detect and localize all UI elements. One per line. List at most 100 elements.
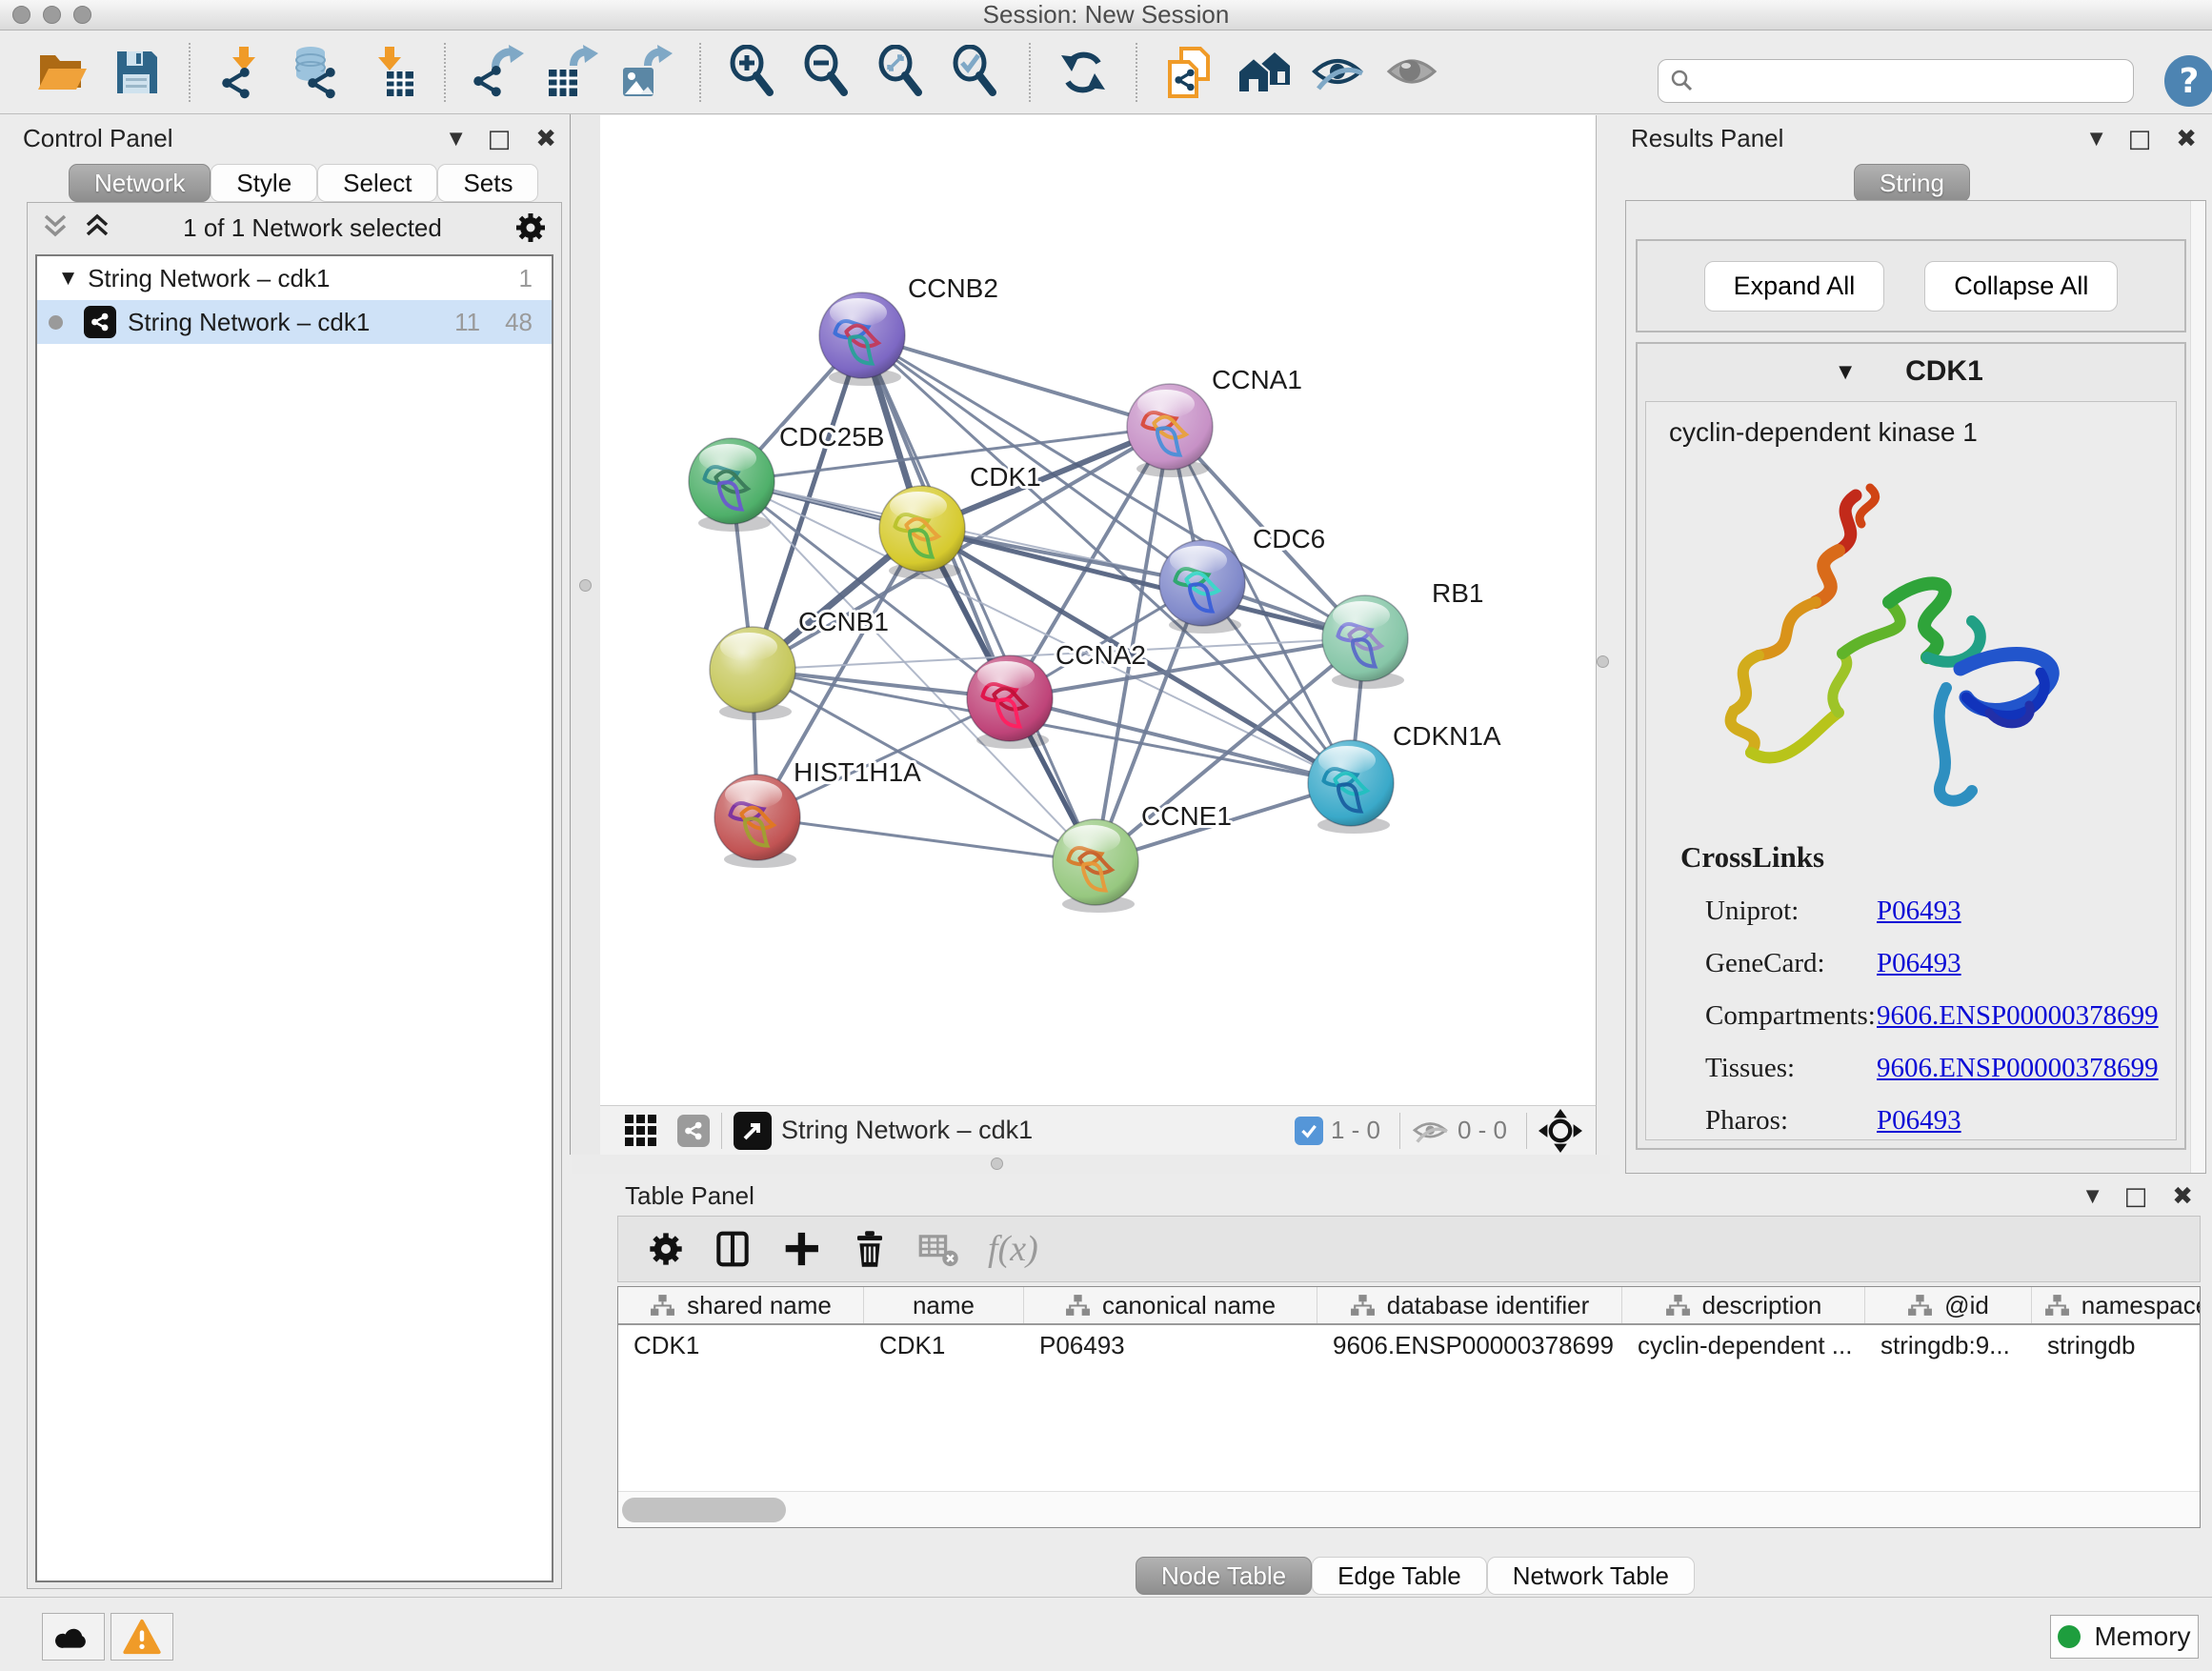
import-network-button[interactable]: [206, 38, 280, 107]
import-network-from-database-button[interactable]: [280, 38, 354, 107]
tab-network-table[interactable]: Network Table: [1487, 1557, 1695, 1595]
panel-close-icon[interactable]: ✖: [2172, 1182, 2193, 1211]
network-canvas[interactable]: CCNB2CCNA1CDC25BCDK1CDC6RB1CCNB1CCNA2CDK…: [600, 115, 1597, 1105]
zoom-selected-button[interactable]: [939, 38, 1014, 107]
add-row-plus-icon[interactable]: [780, 1228, 822, 1270]
network-node-HIST1H1A[interactable]: [714, 775, 800, 868]
network-edge[interactable]: [757, 817, 1096, 862]
show-hidden-button[interactable]: [1376, 38, 1450, 107]
column-header--id[interactable]: @id: [1865, 1287, 2032, 1323]
network-node-CDK1[interactable]: [879, 486, 965, 579]
horizontal-splitter[interactable]: [572, 1155, 1610, 1174]
zoom-out-button[interactable]: [791, 38, 865, 107]
results-scrollbar[interactable]: [2190, 201, 2205, 1173]
table-cell[interactable]: CDK1: [864, 1331, 1024, 1360]
vertical-splitter[interactable]: [570, 114, 600, 1155]
panel-menu-icon[interactable]: ▼: [2086, 1186, 2100, 1206]
network-node-CCNA1[interactable]: [1127, 384, 1213, 477]
gear-icon[interactable]: [513, 211, 548, 245]
delete-trash-icon[interactable]: [849, 1228, 891, 1270]
panel-float-icon[interactable]: □: [2128, 125, 2152, 153]
column-header-description[interactable]: description: [1622, 1287, 1865, 1323]
memory-button[interactable]: Memory: [2050, 1615, 2199, 1659]
node-label-CDK1: CDK1: [970, 462, 1041, 492]
column-header-namespace[interactable]: namespace: [2032, 1287, 2201, 1323]
tab-style[interactable]: Style: [211, 164, 317, 202]
network-node-CCNA2[interactable]: [967, 655, 1053, 749]
collection-disclosure-icon[interactable]: ▼: [62, 269, 74, 288]
refresh-button[interactable]: [1046, 38, 1120, 107]
show-all-button[interactable]: [1227, 38, 1301, 107]
panel-menu-icon[interactable]: ▼: [2090, 129, 2103, 149]
zoom-fit-button[interactable]: [865, 38, 939, 107]
crosslink-link[interactable]: 9606.ENSP00000378699: [1877, 1053, 2159, 1084]
table-cell[interactable]: stringdb: [2032, 1331, 2201, 1360]
collapse-all-button[interactable]: Collapse All: [1924, 261, 2118, 312]
export-image-button[interactable]: [610, 38, 684, 107]
expand-all-icon[interactable]: [83, 211, 111, 244]
column-header-name[interactable]: name: [864, 1287, 1024, 1323]
node-disclosure-icon[interactable]: ▼: [1839, 362, 1852, 382]
panel-close-icon[interactable]: ✖: [2176, 125, 2197, 153]
network-node-CCNB1[interactable]: [710, 627, 795, 720]
open-session-button[interactable]: [25, 38, 99, 107]
network-edge[interactable]: [1010, 698, 1351, 783]
export-network-button[interactable]: [461, 38, 535, 107]
column-header-shared-name[interactable]: shared name: [618, 1287, 864, 1323]
panel-float-icon[interactable]: □: [2124, 1182, 2148, 1211]
crosslinks-section: CrossLinks Uniprot:P06493GeneCard:P06493…: [1680, 840, 2159, 1137]
crosslink-link[interactable]: P06493: [1877, 1105, 1961, 1137]
warning-button[interactable]: [111, 1613, 173, 1661]
hide-selected-button[interactable]: [1301, 38, 1376, 107]
column-header-database-identifier[interactable]: database identifier: [1317, 1287, 1622, 1323]
cloud-button[interactable]: [42, 1613, 105, 1661]
network-node-CCNB2[interactable]: [819, 292, 905, 386]
network-node-CDC25B[interactable]: [689, 438, 774, 532]
help-button[interactable]: ?: [2164, 55, 2212, 107]
panel-menu-icon[interactable]: ▼: [450, 129, 463, 149]
network-collection-row[interactable]: ▼ String Network – cdk1 1: [37, 256, 552, 300]
fit-content-crosshair-icon[interactable]: [1538, 1109, 1582, 1153]
zoom-in-button[interactable]: [716, 38, 791, 107]
table-cell[interactable]: 9606.ENSP00000378699: [1317, 1331, 1622, 1360]
birds-eye-toggle-icon[interactable]: [677, 1115, 710, 1147]
network-row-selected[interactable]: String Network – cdk1 11 48: [37, 300, 552, 344]
table-settings-gear-icon[interactable]: [647, 1230, 685, 1268]
table-cell[interactable]: P06493: [1024, 1331, 1317, 1360]
crosslink-link[interactable]: 9606.ENSP00000378699: [1877, 1000, 2159, 1032]
crosslink-link[interactable]: P06493: [1877, 948, 1961, 979]
table-horizontal-scrollbar[interactable]: [618, 1491, 2200, 1527]
save-session-button[interactable]: [99, 38, 173, 107]
tab-edge-table[interactable]: Edge Table: [1312, 1557, 1487, 1595]
detach-view-icon[interactable]: [734, 1112, 772, 1150]
tab-string[interactable]: String: [1854, 164, 1970, 202]
search-input[interactable]: [1695, 67, 2114, 96]
network-node-CCNE1[interactable]: [1053, 819, 1138, 913]
collapse-all-icon[interactable]: [41, 211, 70, 244]
network-edge[interactable]: [862, 335, 1170, 427]
table-cell[interactable]: CDK1: [618, 1331, 864, 1360]
tab-select[interactable]: Select: [317, 164, 437, 202]
table-cell[interactable]: stringdb:9...: [1865, 1331, 2032, 1360]
table-row[interactable]: CDK1CDK1P064939606.ENSP00000378699cyclin…: [618, 1325, 2200, 1365]
crosslink-link[interactable]: P06493: [1877, 896, 1961, 927]
grid-view-icon[interactable]: [625, 1115, 656, 1146]
panel-float-icon[interactable]: □: [488, 125, 512, 153]
tab-sets[interactable]: Sets: [437, 164, 538, 202]
tab-network[interactable]: Network: [69, 164, 211, 202]
results-splitter-grip[interactable]: [1597, 655, 1609, 668]
duplicate-network-button[interactable]: [1153, 38, 1227, 107]
column-header-canonical-name[interactable]: canonical name: [1024, 1287, 1317, 1323]
network-node-CDKN1A[interactable]: [1308, 740, 1394, 834]
panel-close-icon[interactable]: ✖: [535, 125, 556, 153]
search-box[interactable]: [1658, 59, 2134, 103]
add-column-icon[interactable]: [712, 1228, 754, 1270]
export-table-button[interactable]: [535, 38, 610, 107]
scrollbar-thumb[interactable]: [622, 1498, 786, 1522]
network-node-RB1[interactable]: [1322, 595, 1408, 689]
tab-node-table[interactable]: Node Table: [1136, 1557, 1312, 1595]
table-cell[interactable]: cyclin-dependent ...: [1622, 1331, 1865, 1360]
import-table-button[interactable]: [354, 38, 429, 107]
selected-checkbox-icon[interactable]: [1295, 1117, 1323, 1145]
expand-all-button[interactable]: Expand All: [1704, 261, 1885, 312]
